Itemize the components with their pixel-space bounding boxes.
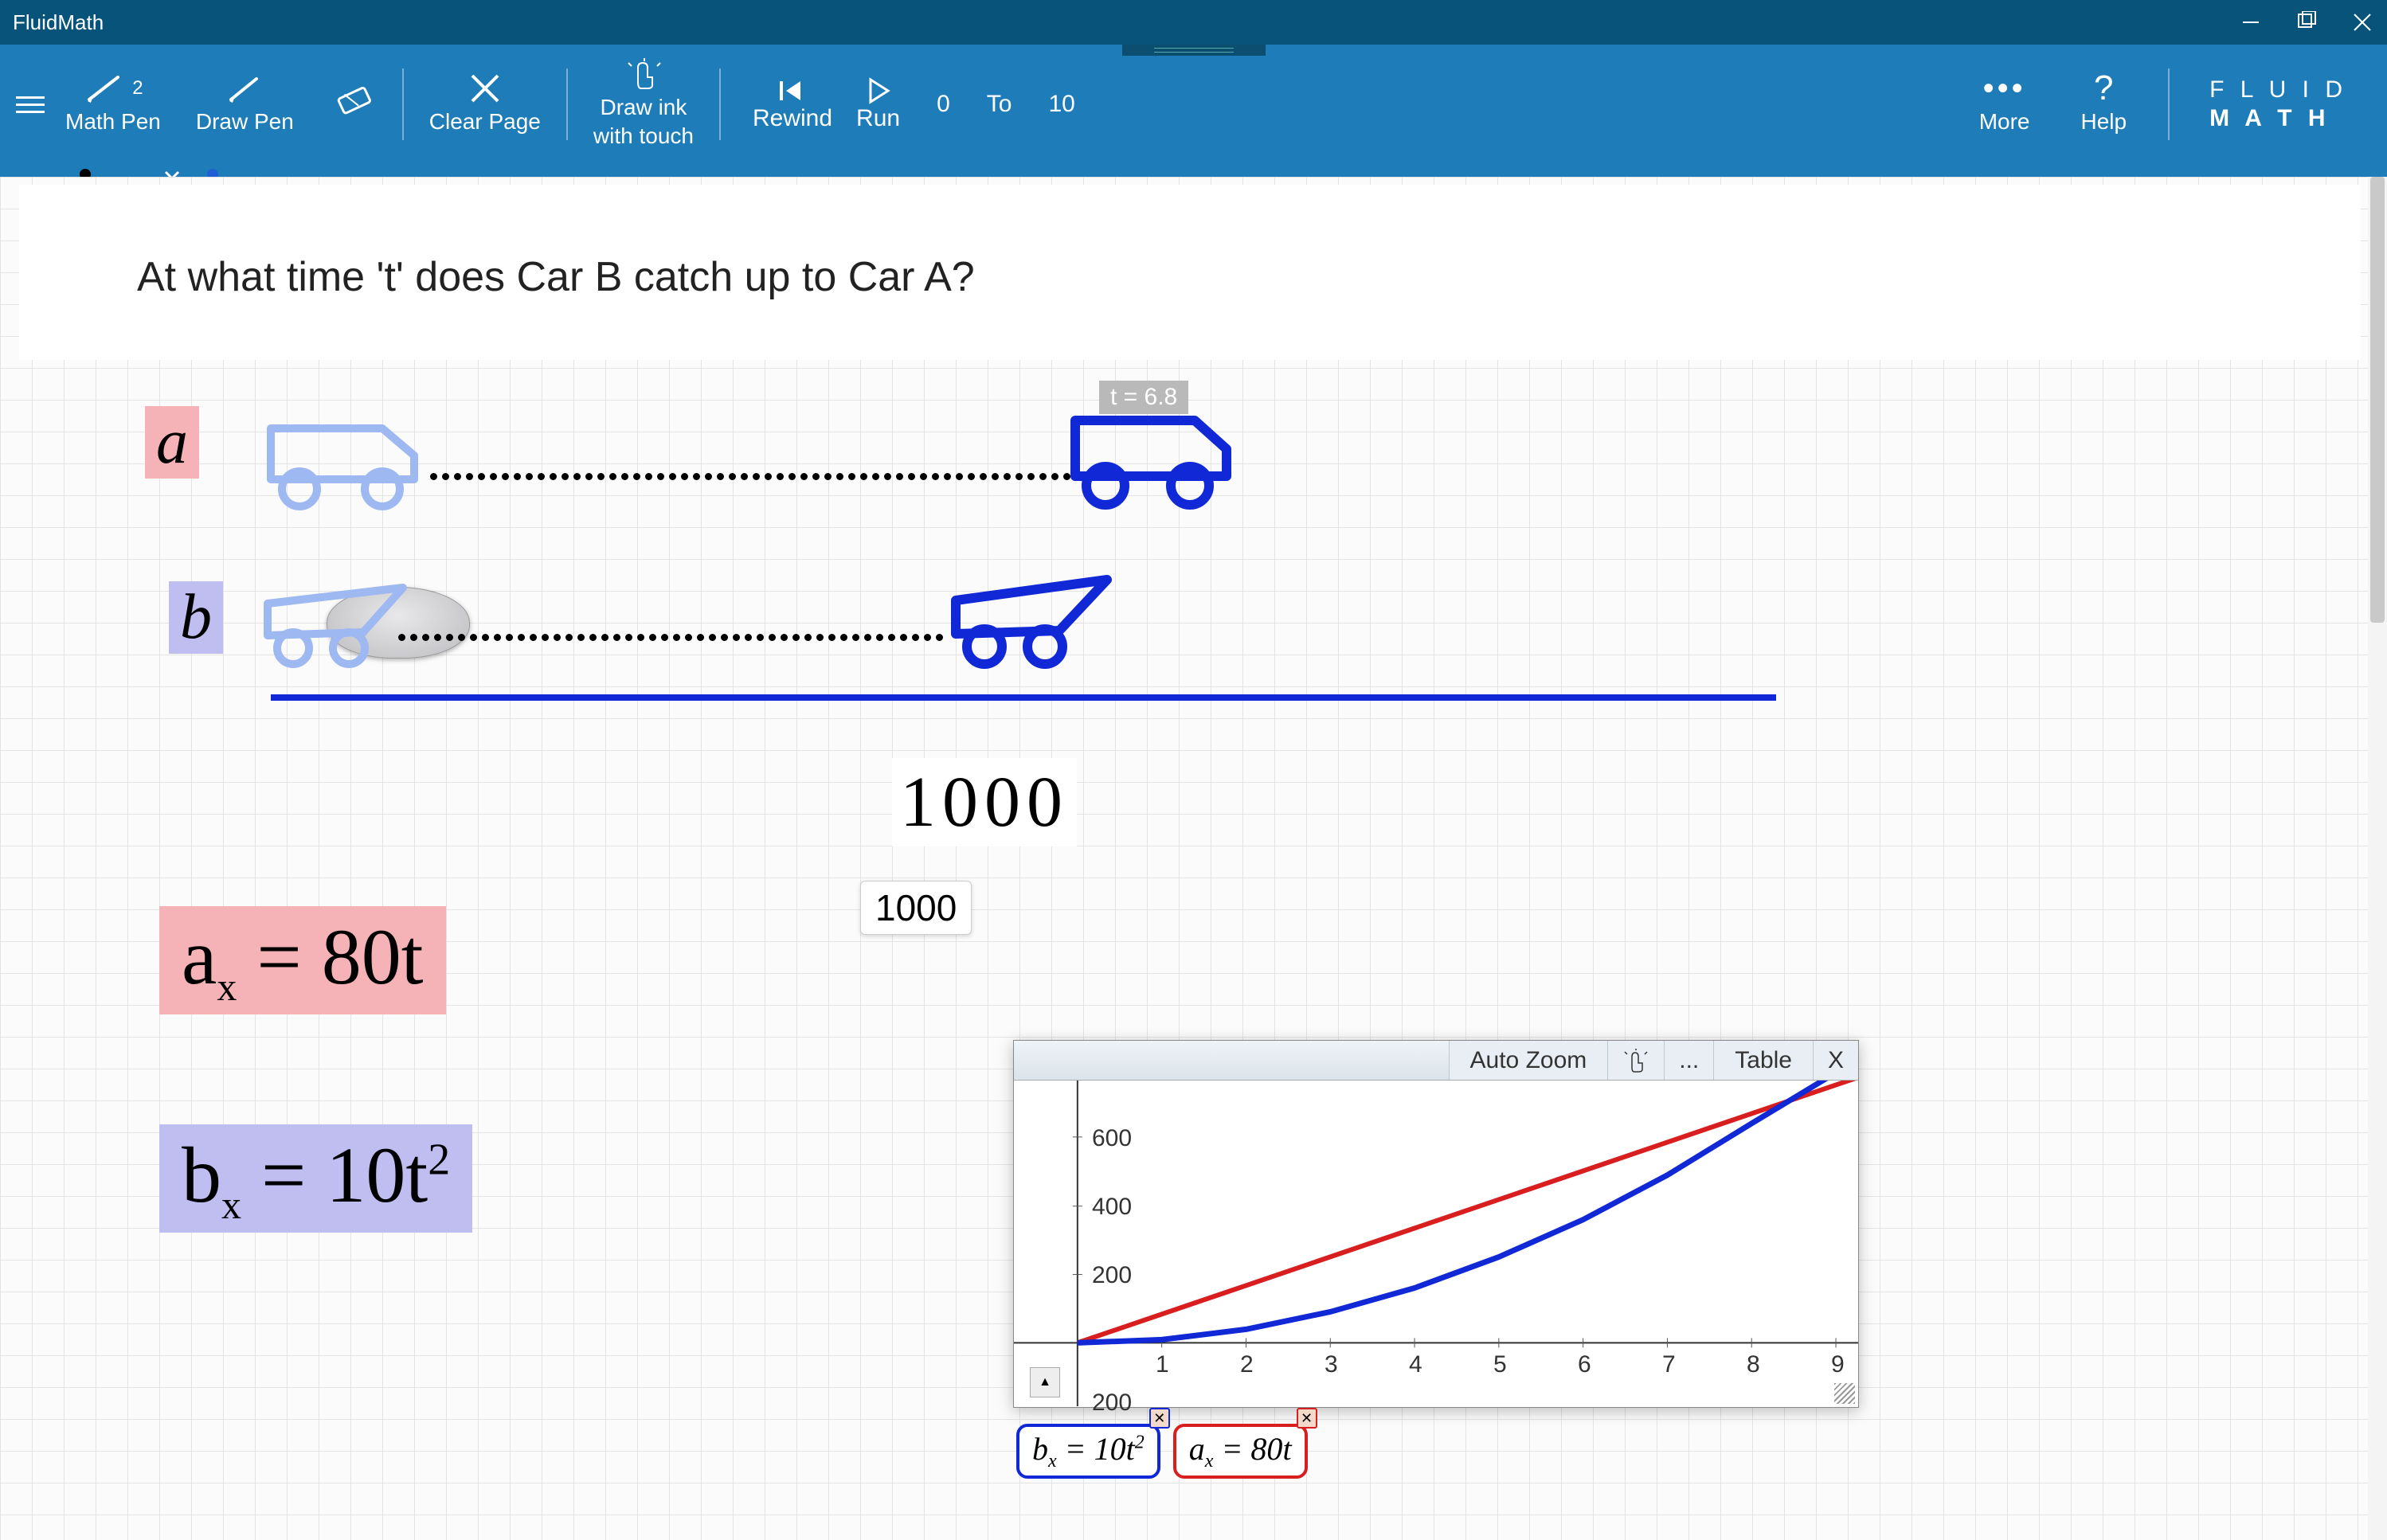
fluidmath-logo: F L U I D M A T H: [2193, 76, 2363, 133]
draw-ink-touch-button[interactable]: Draw ink with touch: [576, 45, 711, 164]
graph-legend: bx = 10t2 ✕ ax = 80t ✕: [1016, 1424, 1308, 1479]
x-icon: [468, 72, 503, 104]
car-a-trail: document.write(Array.from({length:54},()…: [430, 470, 1083, 478]
clear-page-button[interactable]: Clear Page: [412, 45, 558, 164]
equation-b[interactable]: bx = 10t2: [159, 1124, 472, 1233]
rewind-label: Rewind: [753, 105, 832, 132]
anim-to-label: To: [987, 91, 1012, 118]
main-toolbar: 2 Math Pen Draw Pen Clear Page Draw ink …: [0, 45, 2387, 164]
math-canvas[interactable]: At what time 't' does Car B catch up to …: [0, 177, 2387, 1540]
help-button[interactable]: ? Help: [2064, 72, 2145, 136]
clear-page-label: Clear Page: [429, 107, 541, 136]
x-tick-1: 1: [1156, 1351, 1169, 1378]
scrollbar-thumb[interactable]: [2370, 177, 2385, 623]
car-a-label[interactable]: a: [145, 406, 199, 479]
graph-play-indicator[interactable]: ▲: [1030, 1367, 1060, 1397]
separator: [719, 68, 721, 140]
minimize-button[interactable]: [2239, 10, 2263, 34]
car-a-drawing[interactable]: [1067, 409, 1242, 513]
graph-more-button[interactable]: ...: [1664, 1041, 1713, 1080]
x-tick-7: 7: [1662, 1351, 1676, 1378]
x-tick-9: 9: [1831, 1351, 1845, 1378]
car-b-trail: document.write(Array.from({length:46},()…: [398, 631, 956, 639]
question-text[interactable]: At what time 't' does Car B catch up to …: [127, 248, 984, 306]
auto-zoom-button[interactable]: Auto Zoom: [1449, 1041, 1608, 1080]
eraser-icon: [329, 87, 377, 119]
vertical-scrollbar[interactable]: [2368, 177, 2387, 1540]
graph-toolbar: Auto Zoom ... Table X: [1014, 1041, 1858, 1081]
rewind-icon: [777, 76, 808, 105]
eraser-button[interactable]: [311, 45, 394, 164]
car-b-drawing[interactable]: [948, 573, 1131, 677]
draw-pen-label: Draw Pen: [196, 107, 294, 136]
car-a-start-drawing: [263, 416, 430, 519]
graph-close-button[interactable]: X: [1813, 1041, 1858, 1080]
graph-touch-button[interactable]: [1607, 1041, 1664, 1080]
pen-tray[interactable]: [0, 164, 2387, 177]
close-button[interactable]: [2350, 10, 2374, 34]
x-tick-2: 2: [1240, 1351, 1254, 1378]
help-label: Help: [2081, 107, 2127, 136]
x-tick-4: 4: [1409, 1351, 1422, 1378]
maximize-button[interactable]: [2295, 10, 2319, 34]
ground-line: [271, 694, 1776, 701]
y-tick-400: 400: [1092, 1194, 1132, 1221]
draw-ink-l2: with touch: [593, 122, 694, 150]
legend-b-close[interactable]: ✕: [1149, 1408, 1170, 1429]
touch-icon: [1622, 1049, 1649, 1073]
rewind-button[interactable]: Rewind: [753, 76, 832, 132]
car-b-start-drawing: [260, 580, 427, 675]
resize-grip[interactable]: [1834, 1383, 1855, 1404]
x-tick-5: 5: [1493, 1351, 1507, 1378]
pencil-icon: [225, 72, 264, 104]
math-pen-button[interactable]: 2 Math Pen: [48, 45, 178, 164]
pen-icon: 2: [83, 72, 143, 104]
window-controls: [2239, 10, 2374, 34]
y-tick-600: 600: [1092, 1125, 1132, 1152]
typed-1000[interactable]: 1000: [860, 881, 972, 935]
menu-button[interactable]: [8, 88, 48, 121]
run-button[interactable]: Run: [856, 76, 900, 132]
anim-from-value[interactable]: 0: [924, 91, 963, 118]
x-tick-8: 8: [1747, 1351, 1760, 1378]
toolbar-handle[interactable]: [1122, 45, 1266, 56]
anim-to-value[interactable]: 10: [1035, 91, 1087, 118]
legend-a-close[interactable]: ✕: [1297, 1408, 1317, 1429]
window-title: FluidMath: [13, 10, 104, 35]
draw-ink-l1: Draw ink: [600, 93, 687, 122]
handwritten-1000[interactable]: 1000: [892, 758, 1077, 846]
x-tick-3: 3: [1325, 1351, 1338, 1378]
x-tick-6: 6: [1578, 1351, 1591, 1378]
pen-badge: 2: [132, 76, 143, 100]
equation-a[interactable]: ax = 80t: [159, 906, 446, 1014]
graph-table-button[interactable]: Table: [1713, 1041, 1813, 1080]
separator: [566, 68, 568, 140]
chart-svg: [1014, 1081, 1858, 1406]
logo-line1: F L U I D: [2209, 76, 2347, 104]
more-button[interactable]: ••• More: [1962, 72, 2048, 136]
separator: [402, 68, 404, 140]
math-pen-label: Math Pen: [65, 107, 161, 136]
car-b-label[interactable]: b: [169, 581, 223, 654]
y-tick-neg200: 200: [1092, 1390, 1132, 1417]
legend-b[interactable]: bx = 10t2: [1016, 1424, 1160, 1479]
y-tick-200: 200: [1092, 1262, 1132, 1289]
logo-line2: M A T H: [2209, 104, 2347, 133]
question-icon: ?: [2094, 72, 2113, 104]
separator: [2168, 68, 2170, 140]
more-label: More: [1979, 107, 2030, 136]
run-label: Run: [856, 105, 900, 132]
play-icon: [864, 76, 893, 105]
plot-area[interactable]: 600 400 200 200 1 2 3 4 5 6 7 8 9 ▲: [1014, 1081, 1858, 1407]
legend-a[interactable]: ax = 80t: [1173, 1424, 1308, 1479]
touch-icon: [624, 58, 663, 90]
graph-panel[interactable]: Auto Zoom ... Table X: [1013, 1040, 1859, 1408]
ellipsis-icon: •••: [1983, 72, 2026, 104]
window-titlebar: FluidMath: [0, 0, 2387, 45]
animation-controls: Rewind Run 0 To 10: [729, 76, 1112, 132]
draw-pen-button[interactable]: Draw Pen: [178, 45, 311, 164]
